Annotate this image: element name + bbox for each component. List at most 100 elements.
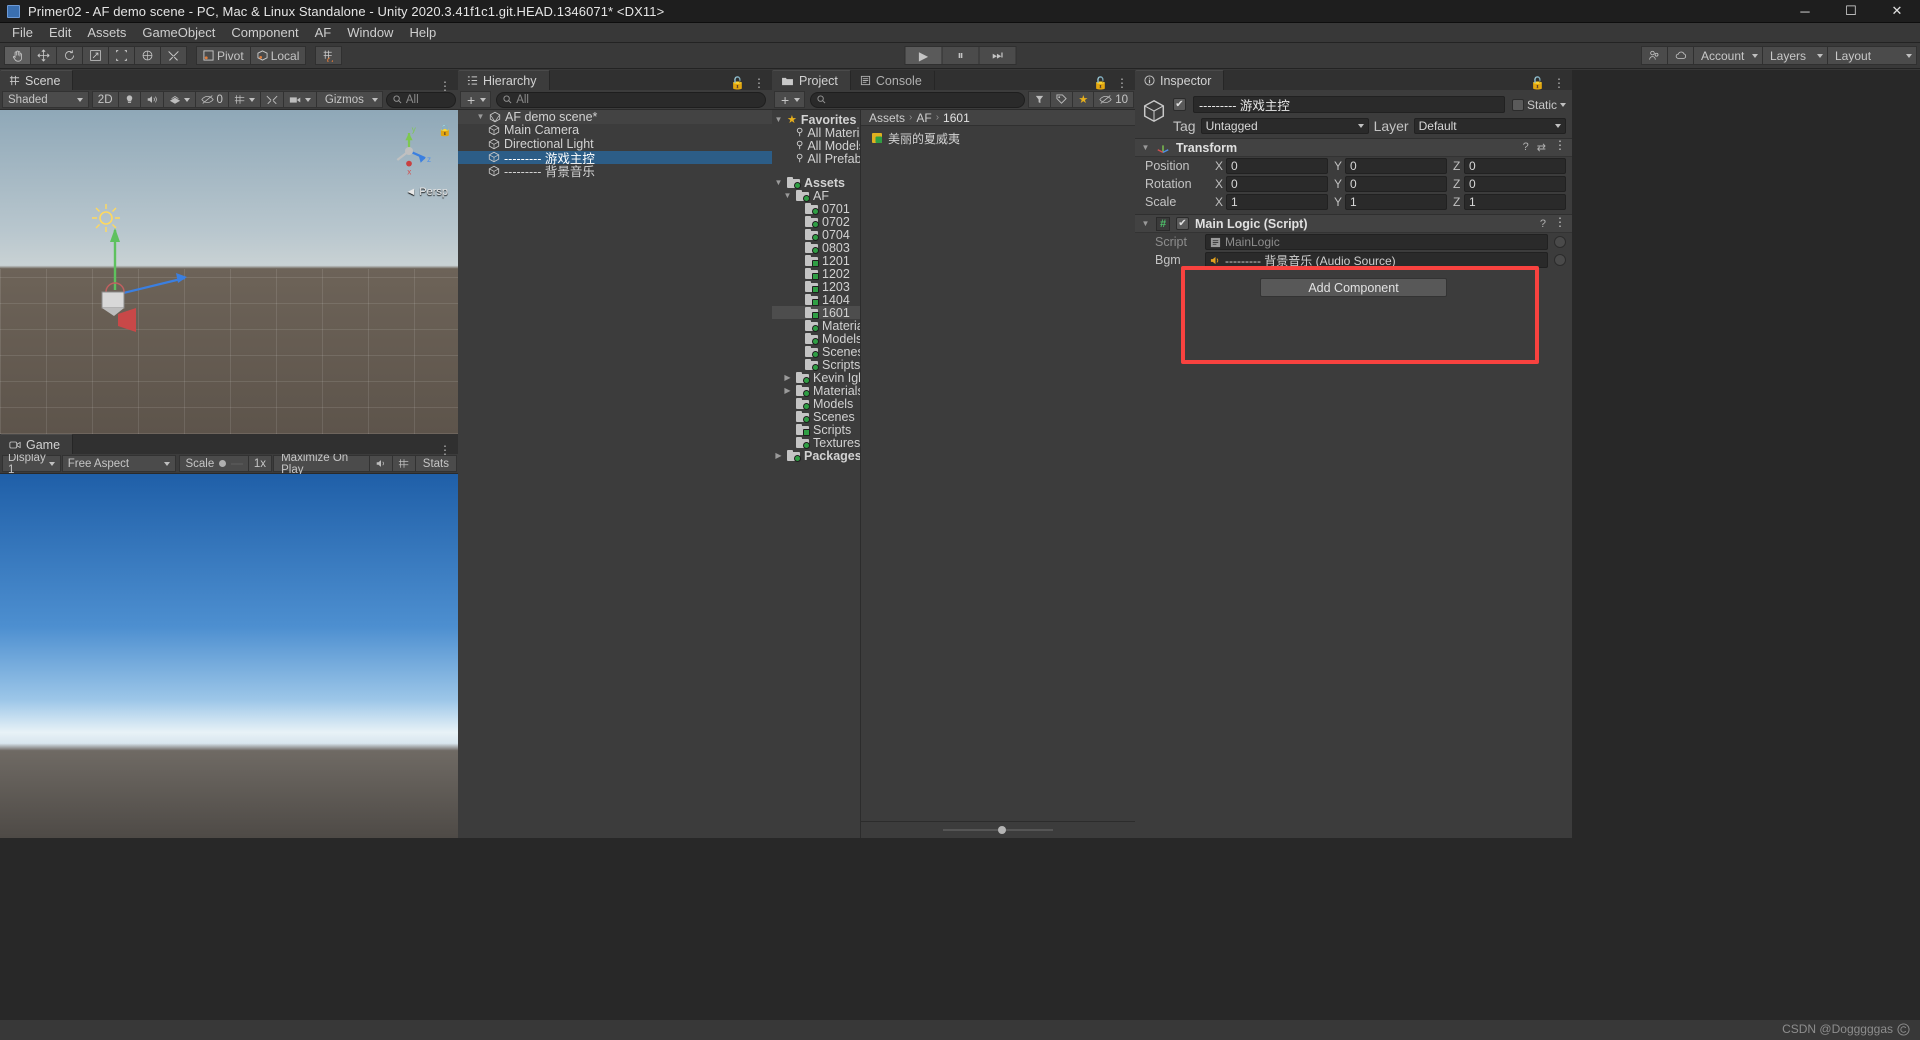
rect-tool-button[interactable] [108,46,135,65]
hierarchy-options-kebab-icon[interactable]: ⋮ [753,77,765,89]
hierarchy-item[interactable]: ▼ AF demo scene* [458,110,772,124]
pause-button[interactable]: ⏸ [941,46,980,65]
help-icon[interactable]: ? [1540,218,1546,230]
project-tree-item[interactable]: 0704 [772,228,860,242]
menu-item-gameobject[interactable]: GameObject [134,23,223,42]
project-tree-item-selected[interactable]: 1601 [772,306,860,320]
project-filter-label-button[interactable] [1050,91,1074,108]
collapse-triangle-icon[interactable]: ▼ [1141,219,1150,228]
hand-tool-button[interactable] [4,46,31,65]
breadcrumb[interactable]: Assets › AF › 1601 [861,110,1135,126]
tag-dropdown[interactable]: Untagged [1200,118,1369,134]
axis-value-z[interactable]: 0 [1464,158,1566,174]
expand-triangle-icon[interactable]: ▶ [783,386,792,395]
tab-hierarchy[interactable]: Hierarchy [458,70,550,90]
tab-game[interactable]: Game [0,434,74,454]
hierarchy-item[interactable]: --------- 背景音乐 [458,164,772,179]
scene-search-input[interactable]: All [385,91,456,108]
axis-field-z[interactable]: Z0 [1453,176,1566,192]
component-options-kebab-icon[interactable]: ⋮ [1554,216,1566,230]
expand-triangle-icon[interactable]: ▶ [774,451,783,460]
project-tree-item[interactable]: Models [772,332,860,346]
project-tree-item[interactable]: Models [772,397,860,411]
scene-viewport[interactable]: 🔒 y z x ◄ Persp [0,110,458,434]
asset-grid[interactable]: 美丽的夏威夷 [861,126,1135,821]
scene-grid-dropdown[interactable] [227,91,261,108]
axis-value-z[interactable]: 0 [1464,176,1566,192]
axis-value-y[interactable]: 0 [1345,176,1447,192]
project-tree-item[interactable]: ▶ Packages [772,449,860,463]
hierarchy-create-button[interactable]: + [460,91,492,108]
axis-field-x[interactable]: X0 [1215,158,1328,174]
object-reference-field[interactable]: --------- 背景音乐 (Audio Source) [1205,252,1548,268]
play-button[interactable]: ▶ [904,46,943,65]
scene-orientation-gizmo[interactable]: y z x [382,124,436,178]
move-tool-button[interactable] [30,46,57,65]
hierarchy-item[interactable]: Main Camera [458,123,772,137]
project-hidden-count[interactable]: 10 [1093,91,1134,108]
project-tree-item[interactable]: Scenes [772,410,860,424]
layer-dropdown[interactable]: Default [1413,118,1566,134]
game-options-kebab-icon[interactable]: ⋮ [439,444,451,456]
add-component-button[interactable]: Add Component [1260,278,1447,297]
project-tree-item[interactable]: 1203 [772,280,860,294]
display-dropdown[interactable]: Display 1 [2,452,61,476]
script-component-header[interactable]: ▼ # ✔ Main Logic (Script) ? ⋮ [1135,214,1572,233]
close-button[interactable]: ✕ [1874,0,1920,23]
account-dropdown[interactable]: Account [1693,46,1763,65]
thumbnail-zoom-slider[interactable] [943,826,1053,834]
project-search-input[interactable] [810,91,1026,108]
axis-field-x[interactable]: X1 [1215,194,1328,210]
axis-field-x[interactable]: X0 [1215,176,1328,192]
scene-camera-dropdown[interactable] [282,91,317,108]
project-tree-item[interactable]: Textures [772,436,860,450]
scene-lighting-toggle[interactable] [117,91,141,108]
project-tree-item[interactable]: 1404 [772,293,860,307]
project-tree-item[interactable]: 1201 [772,254,860,268]
layers-dropdown[interactable]: Layers [1762,46,1828,65]
shading-mode-dropdown[interactable]: Shaded [2,91,89,108]
project-tree-item[interactable]: ▼ AF [772,189,860,203]
step-button[interactable]: ⏭ [978,46,1017,65]
project-tree-item[interactable]: ▼ Assets [772,176,860,190]
maximize-button[interactable]: ☐ [1828,0,1874,23]
aspect-dropdown[interactable]: Free Aspect [61,455,177,472]
project-tree-item[interactable]: ⚲All Prefabs [772,152,860,166]
project-create-button[interactable]: + [774,91,806,108]
breadcrumb-item[interactable]: Assets [869,111,905,125]
game-viewport[interactable] [0,474,458,838]
gizmos-dropdown[interactable]: Gizmos [315,91,383,108]
project-filter-type-button[interactable] [1028,91,1052,108]
custom-editor-tool-button[interactable] [160,46,187,65]
hierarchy-search-input[interactable]: All [496,91,766,108]
hierarchy-tree[interactable]: ▼ AF demo scene* Main Camera Directional Li… [458,110,772,838]
project-tree-item[interactable]: ▶ Kevin Igles [772,371,860,385]
toggle-2d-button[interactable]: 2D [91,91,119,108]
project-tree-item[interactable]: Scenes [772,345,860,359]
static-checkbox-group[interactable]: Static [1511,98,1566,112]
project-favorites-button[interactable]: ★ [1072,91,1095,108]
stats-toggle[interactable]: Stats [414,455,457,472]
inspector-options-kebab-icon[interactable]: ⋮ [1553,77,1565,89]
tab-project[interactable]: Project [772,70,851,90]
axis-value-z[interactable]: 1 [1464,194,1566,210]
expand-triangle-icon[interactable]: ▼ [476,112,485,121]
component-options-kebab-icon[interactable]: ⋮ [1554,139,1566,154]
axis-field-y[interactable]: Y1 [1334,194,1447,210]
transform-handle-gizmo[interactable] [90,220,210,340]
menu-item-file[interactable]: File [4,23,41,42]
help-icon[interactable]: ? [1523,141,1529,154]
scene-fx-dropdown[interactable] [162,91,196,108]
preset-icon[interactable]: ⇄ [1537,141,1546,154]
inspector-lock-icon[interactable]: 🔓 [1530,76,1545,90]
project-tree-item[interactable]: ▶ Materials [772,384,860,398]
project-tree-item[interactable]: ⚲ All Models [772,139,860,153]
expand-triangle-icon[interactable]: ▼ [774,178,783,187]
menu-item-edit[interactable]: Edit [41,23,79,42]
scene-lock-icon[interactable]: 🔒 [438,124,452,137]
static-checkbox[interactable] [1511,98,1524,111]
scale-slider[interactable]: Scale [179,455,249,472]
minimize-button[interactable]: ─ [1782,0,1828,23]
scene-view-perspective-label[interactable]: ◄ Persp [405,186,448,198]
object-name-input[interactable]: --------- 游戏主控 [1193,96,1505,113]
